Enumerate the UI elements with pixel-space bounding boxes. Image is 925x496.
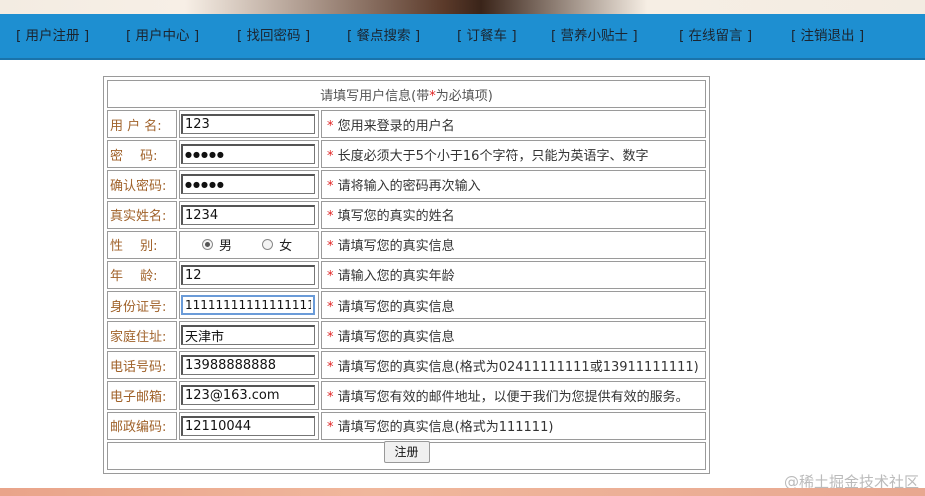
row-address: 家庭住址: * 请填写您的真实信息 [107, 321, 706, 350]
password-label: 密 码: [107, 140, 177, 169]
row-password: 密 码: * 长度必须大于5个小于16个字符，只能为英语字、数字 [107, 140, 706, 169]
gender-hint: * 请填写您的真实信息 [321, 230, 706, 259]
id-number-label: 身份证号: [107, 290, 177, 320]
nav-nutrition-tips[interactable]: [ 营养小贴士 ] [551, 14, 638, 58]
row-age: 年 龄: * 请输入您的真实年龄 [107, 260, 706, 289]
confirm-password-hint: * 请将输入的密码再次输入 [321, 170, 706, 199]
nav-logout[interactable]: [ 注销退出 ] [791, 14, 864, 58]
username-label: 用 户 名: [107, 110, 177, 139]
address-hint: * 请填写您的真实信息 [321, 321, 706, 350]
confirm-password-label: 确认密码: [107, 170, 177, 199]
postcode-label: 邮政编码: [107, 411, 177, 440]
id-number-hint: * 请填写您的真实信息 [321, 290, 706, 320]
username-input[interactable] [181, 114, 315, 135]
postcode-input[interactable] [181, 415, 315, 436]
row-id-number: 身份证号: * 请填写您的真实信息 [107, 290, 706, 320]
password-hint: * 长度必须大于5个小于16个字符，只能为英语字、数字 [321, 140, 706, 169]
row-email: 电子邮箱: * 请填写您有效的邮件地址，以便于我们为您提供有效的服务。 [107, 381, 706, 410]
gender-female-label: 女 [279, 239, 293, 255]
age-input[interactable] [181, 264, 315, 285]
registration-table: 请填写用户信息(带*为必填项) 用 户 名: * 您用来登录的用户名 密 码: … [105, 78, 708, 472]
email-input[interactable] [181, 385, 315, 406]
nav-order-cart[interactable]: [ 订餐车 ] [457, 14, 517, 58]
password-input[interactable] [181, 144, 315, 165]
email-label: 电子邮箱: [107, 381, 177, 410]
real-name-label: 真实姓名: [107, 200, 177, 229]
gender-female-radio[interactable] [262, 239, 274, 251]
real-name-hint: * 填写您的真实的姓名 [321, 200, 706, 229]
row-real-name: 真实姓名: * 填写您的真实的姓名 [107, 200, 706, 229]
address-label: 家庭住址: [107, 321, 177, 350]
row-confirm-password: 确认密码: * 请将输入的密码再次输入 [107, 170, 706, 199]
confirm-password-input[interactable] [181, 174, 315, 195]
age-hint: * 请输入您的真实年龄 [321, 260, 706, 289]
address-input[interactable] [181, 325, 315, 346]
nav-user-center[interactable]: [ 用户中心 ] [126, 14, 199, 58]
row-username: 用 户 名: * 您用来登录的用户名 [107, 110, 706, 139]
postcode-hint: * 请填写您的真实信息(格式为111111) [321, 411, 706, 440]
form-title: 请填写用户信息(带*为必填项) [107, 80, 706, 109]
row-gender: 性 别: 男 女 * 请填写您的真实信息 [107, 230, 706, 259]
header-banner-strip [0, 0, 925, 14]
gender-label: 性 别: [107, 230, 177, 259]
username-hint: * 您用来登录的用户名 [321, 110, 706, 139]
gender-male-radio[interactable] [202, 239, 213, 251]
registration-form: 请填写用户信息(带*为必填项) 用 户 名: * 您用来登录的用户名 密 码: … [103, 76, 710, 474]
nav-register[interactable]: [ 用户注册 ] [16, 14, 89, 58]
nav-meal-search[interactable]: [ 餐点搜索 ] [347, 14, 420, 58]
register-submit-button[interactable]: 注册 [383, 440, 430, 463]
nav-recover-password[interactable]: [ 找回密码 ] [237, 14, 310, 58]
main-nav: [ 用户注册 ] [ 用户中心 ] [ 找回密码 ] [ 餐点搜索 ] [ 订餐… [0, 14, 925, 60]
phone-input[interactable] [181, 355, 315, 376]
row-postcode: 邮政编码: * 请填写您的真实信息(格式为111111) [107, 411, 706, 440]
email-hint: * 请填写您有效的邮件地址，以便于我们为您提供有效的服务。 [321, 381, 706, 410]
phone-label: 电话号码: [107, 351, 177, 380]
id-number-input[interactable] [181, 295, 315, 316]
gender-male-label: 男 [219, 239, 233, 255]
submit-row: 注册 [107, 440, 706, 470]
age-label: 年 龄: [107, 260, 177, 289]
row-phone: 电话号码: * 请填写您的真实信息(格式为02411111111或1391111… [107, 351, 706, 380]
nav-message-board[interactable]: [ 在线留言 ] [679, 14, 752, 58]
real-name-input[interactable] [181, 204, 315, 225]
phone-hint: * 请填写您的真实信息(格式为02411111111或13911111111) [321, 351, 706, 380]
footer-banner-strip [0, 488, 925, 496]
